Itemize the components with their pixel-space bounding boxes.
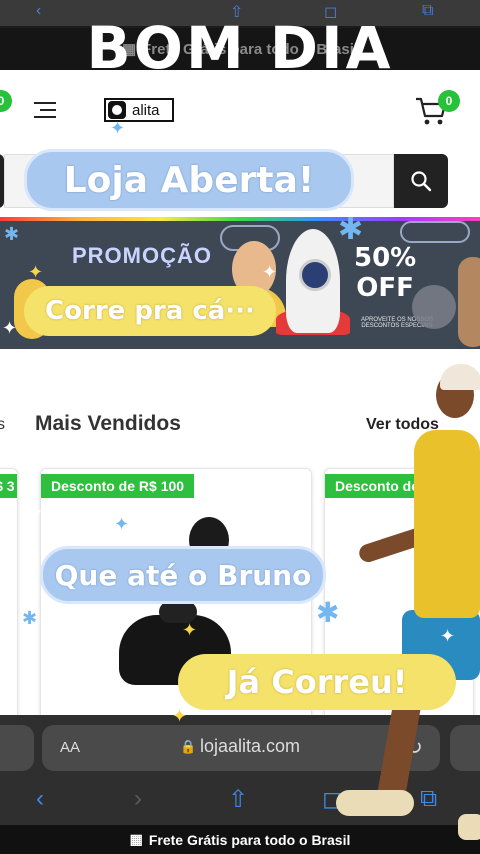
prev-tab-preview[interactable] bbox=[0, 725, 34, 771]
store-header: 0 alita 0 bbox=[0, 70, 480, 150]
discount-badge: Desconto de R$ 100 bbox=[41, 474, 195, 498]
logo-mark-icon bbox=[108, 101, 126, 119]
sticker-bruno: Que até o Bruno bbox=[40, 546, 326, 604]
bottom-shipping-text: Frete Grátis para todo o Brasil bbox=[148, 831, 351, 848]
sparkle-icon: ✦ bbox=[182, 620, 198, 640]
banner-discount-percent: 50% bbox=[354, 243, 417, 273]
video-frame: ‹ ⇧ ◻ ⧉ ▦ Frete Grátis para todo o Brasi… bbox=[0, 0, 480, 854]
floating-button[interactable] bbox=[412, 285, 456, 329]
sparkle-icon: ✱ bbox=[338, 213, 364, 246]
url-text: lojaalita.com bbox=[200, 736, 301, 756]
sticker-ja-correu: Já Correu! bbox=[178, 654, 456, 710]
banner-discount-off: OFF bbox=[356, 273, 414, 303]
headline-overlay: BOM DIA bbox=[86, 18, 394, 70]
cloud-decoration bbox=[400, 221, 470, 243]
sticker-corre: Corre pra cá··· bbox=[24, 286, 276, 336]
sparkle-icon: ✱ bbox=[22, 608, 38, 628]
product-card[interactable]: R$ 3 bbox=[0, 468, 18, 715]
cart-count-badge: 0 bbox=[438, 90, 460, 112]
box-icon: ▦ bbox=[129, 831, 143, 847]
sparkle-icon: ✦ bbox=[114, 514, 130, 534]
sparkle-icon: ✦ bbox=[110, 118, 126, 138]
search-icon bbox=[411, 171, 432, 192]
search-button[interactable] bbox=[394, 154, 448, 208]
logo-text: alita bbox=[132, 101, 160, 119]
banner-promo-text: PROMOÇÃO bbox=[72, 243, 212, 268]
sparkle-icon: ✦ bbox=[28, 502, 44, 522]
sparkle-icon: ✦ bbox=[440, 626, 456, 646]
sparkle-icon: ✦ bbox=[172, 706, 188, 726]
sparkle-icon: ✦ bbox=[2, 318, 18, 338]
menu-badge: 0 bbox=[0, 90, 12, 112]
sticker-loja-aberta: Loja Aberta! bbox=[24, 149, 354, 211]
share-icon[interactable]: ⇧ bbox=[228, 785, 248, 814]
lock-icon: 🔒 bbox=[180, 739, 197, 754]
banner-discount: 50% OFF bbox=[354, 243, 416, 303]
discount-badge: R$ 3 bbox=[0, 474, 17, 498]
sparkle-icon: ✦ bbox=[452, 686, 468, 706]
sparkle-icon: ✦ bbox=[262, 262, 278, 282]
sparkle-icon: ✱ bbox=[316, 597, 340, 628]
kid-image bbox=[458, 257, 480, 347]
sparkle-icon: ✦ bbox=[28, 262, 44, 282]
prev-section-text: s bbox=[0, 416, 5, 433]
section-title: Mais Vendidos bbox=[35, 412, 181, 435]
dancing-person bbox=[330, 360, 480, 854]
forward-icon[interactable]: › bbox=[134, 785, 142, 813]
reader-settings-button[interactable]: AA bbox=[60, 739, 80, 756]
back-icon[interactable]: ‹ bbox=[36, 785, 44, 813]
sparkle-icon: ✱ bbox=[4, 224, 20, 244]
menu-icon[interactable] bbox=[34, 102, 56, 118]
rocket-image bbox=[286, 229, 340, 333]
